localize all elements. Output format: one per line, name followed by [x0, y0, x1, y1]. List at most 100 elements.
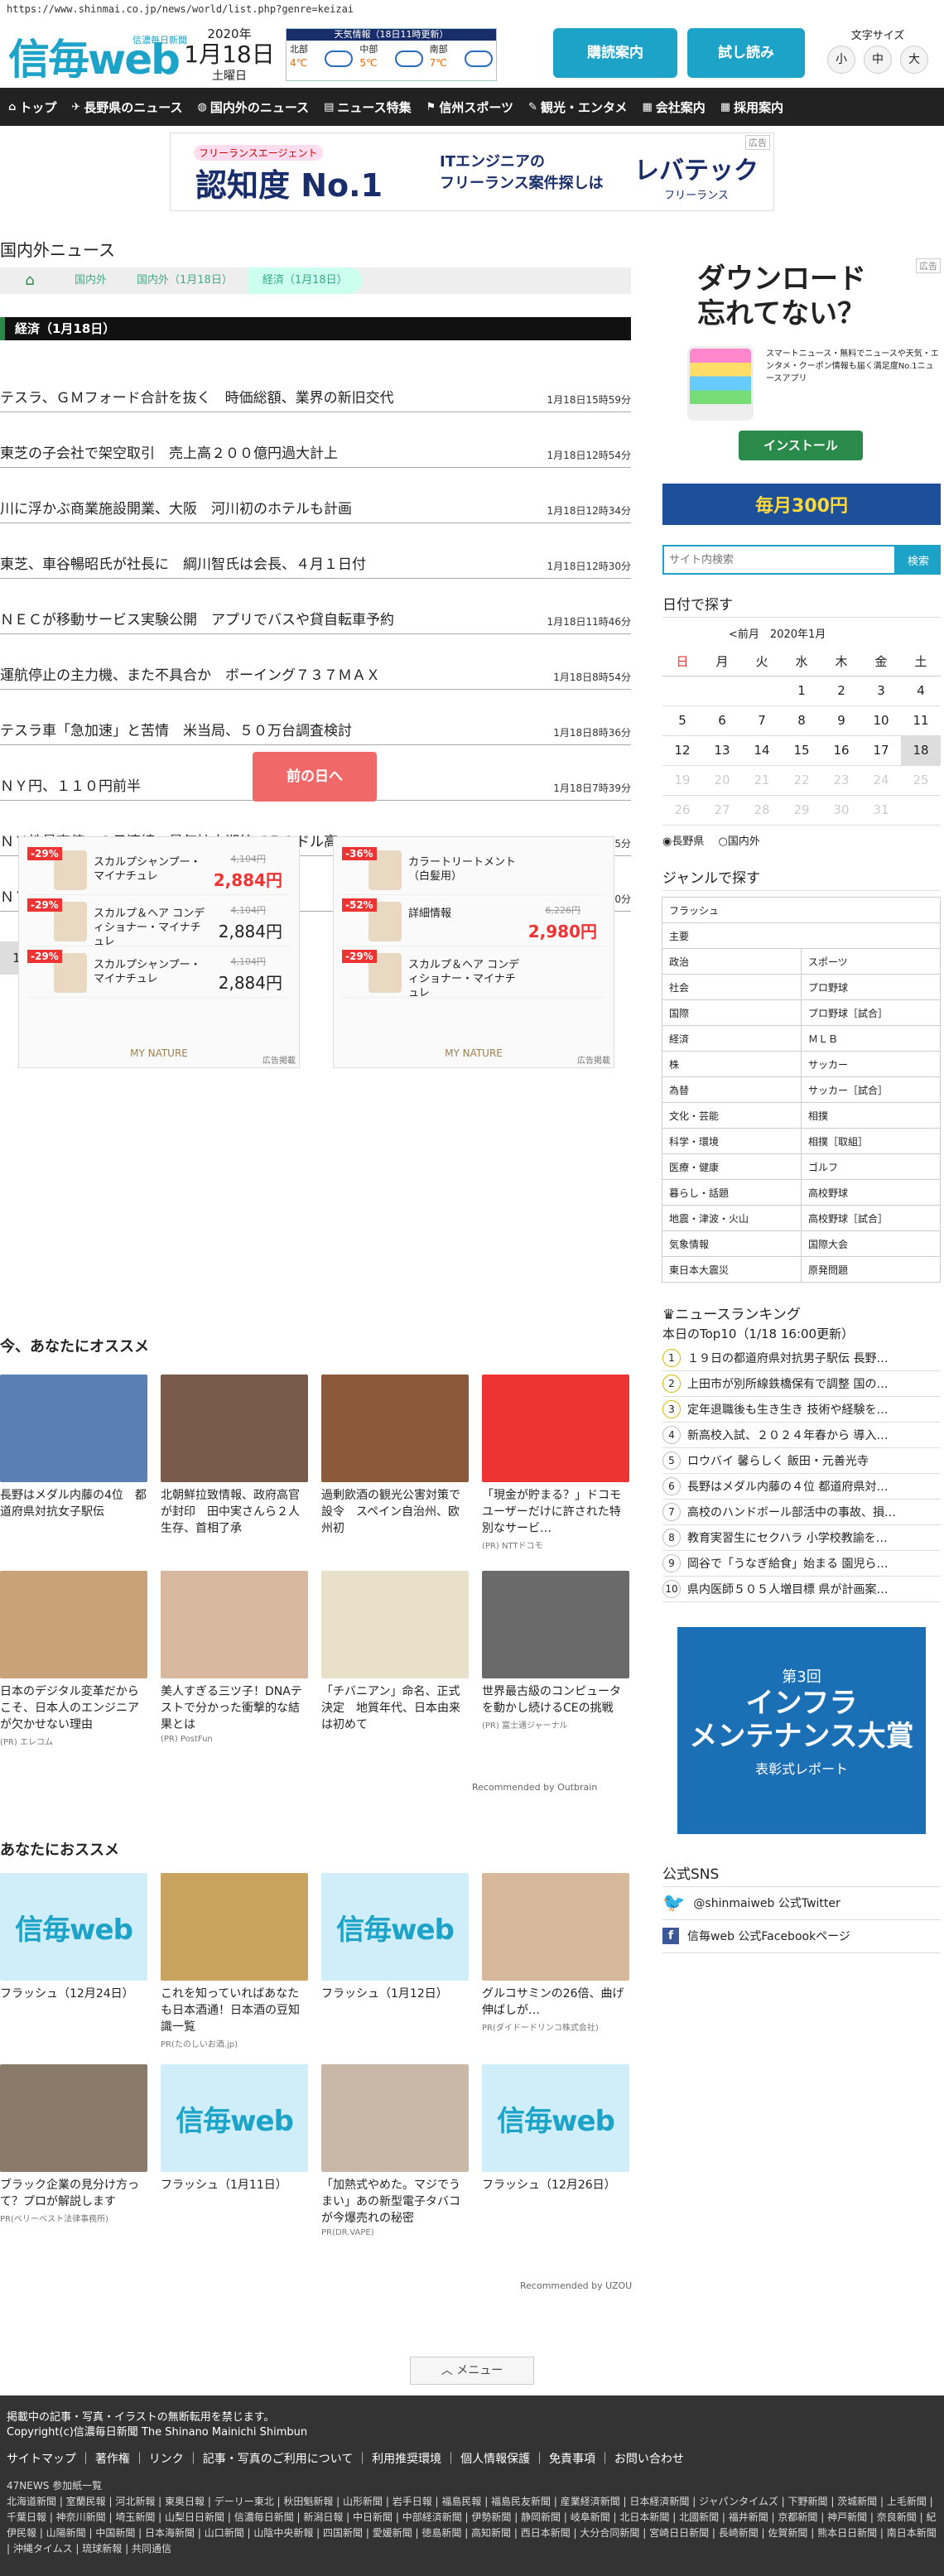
- calendar-day[interactable]: 4: [901, 676, 941, 706]
- calendar-day[interactable]: 8: [782, 705, 821, 736]
- footer-papers[interactable]: 北海道新聞 | 室蘭民報 | 河北新報 | 東奥日報 | デーリー東北 | 秋田…: [7, 2494, 937, 2557]
- reco2-card[interactable]: 信毎web フラッシュ（1月12日）: [321, 1873, 469, 2049]
- reco-card[interactable]: 過剰飲酒の観光公害対策で設令 スペイン自治州、欧州初: [321, 1375, 469, 1551]
- reco2-card[interactable]: 信毎web フラッシュ（1月11日）: [161, 2064, 308, 2237]
- genre-link[interactable]: サッカー［試合］: [801, 1076, 941, 1103]
- calendar-day[interactable]: 9: [821, 705, 861, 736]
- search-button[interactable]: 検索: [896, 545, 941, 575]
- nav-recruit[interactable]: ▦ 採用案内: [717, 99, 795, 116]
- reco2-card[interactable]: 「加熱式やめた。マジでうまい」あの新型電子タバコが今爆売れの秘密 PR(DR.VA…: [321, 2064, 469, 2237]
- genre-link[interactable]: 政治: [662, 947, 802, 975]
- genre-link[interactable]: 原発問題: [801, 1255, 941, 1283]
- ranking-item[interactable]: 6 長野はメダル内藤の４位 都道府県対…: [662, 1474, 941, 1500]
- genre-link[interactable]: 相撲［取組］: [801, 1127, 941, 1154]
- radio-nagano[interactable]: ◉長野県: [662, 835, 704, 848]
- genre-link[interactable]: 気象情報: [662, 1230, 802, 1257]
- calendar-day[interactable]: 14: [742, 735, 782, 766]
- ranking-item[interactable]: 1 １９日の都道府県対抗男子駅伝 長野…: [662, 1346, 941, 1371]
- reco-card[interactable]: 「現金が貯まる？」ドコモユーザーだけに許された特別なサービ… (PR) NTTドコ…: [482, 1375, 629, 1551]
- uzou-credit[interactable]: Recommended by UZOU: [520, 2280, 632, 2291]
- breadcrumb-item[interactable]: 国内外（1月18日）: [122, 267, 248, 294]
- top-ad-banner[interactable]: フリーランスエージェント 認知度 No.1 ITエンジニアの フリーランス案件探し…: [170, 132, 774, 211]
- genre-link[interactable]: ＭＬＢ: [801, 1024, 941, 1052]
- genre-link[interactable]: プロ野球［試合］: [801, 999, 941, 1026]
- news-item[interactable]: 東芝の子会社で架空取引 売上高２００億円過大計上 1月18日12時54分: [0, 412, 631, 468]
- ad-product[interactable]: -29% スカルプシャンプー・マイナチュレ 4,104円 2,884円: [27, 844, 291, 895]
- ranking-item[interactable]: 10 県内医師５０５人増目標 県が計画案…: [662, 1577, 941, 1602]
- genre-link[interactable]: 国際大会: [801, 1230, 941, 1257]
- news-title[interactable]: 東芝の子会社で架空取引 売上高２００億円過大計上: [0, 441, 338, 462]
- calendar-day[interactable]: 7: [742, 705, 782, 736]
- reco2-card[interactable]: 信毎web フラッシュ（12月26日）: [482, 2064, 629, 2237]
- ranking-item[interactable]: 4 新高校入試、２０２４年春から 導入…: [662, 1423, 941, 1448]
- ad-product[interactable]: -29% スカルプシャンプー・マイナチュレ 4,104円 2,884円: [27, 946, 291, 998]
- calendar-day[interactable]: 12: [662, 735, 702, 766]
- font-size-medium-button[interactable]: 中: [864, 46, 892, 74]
- genre-link[interactable]: 主要: [662, 922, 941, 949]
- genre-link[interactable]: 文化・芸能: [662, 1101, 802, 1129]
- news-title[interactable]: ＮＹ円、１１０円前半: [0, 774, 141, 795]
- reco-card[interactable]: 長野はメダル内藤の4位 都道府県対抗女子駅伝: [0, 1375, 147, 1551]
- news-title[interactable]: テスラ車「急加速」と苦情 米当局、５０万台調査検討: [0, 719, 352, 739]
- outbrain-credit[interactable]: Recommended by Outbrain: [472, 1782, 597, 1793]
- news-item[interactable]: 川に浮かぶ商業施設開業、大阪 河川初のホテルも計画 1月18日12時34分: [0, 468, 631, 523]
- news-item[interactable]: テスラ、ＧＭフォード合計を抜く 時価総額、業界の新旧交代 1月18日15時59分: [0, 357, 631, 412]
- reco-card[interactable]: 日本のデジタル変革だからこそ、日本人のエンジニアが欠かせない理由 (PR) エレコ…: [0, 1571, 147, 1747]
- subscribe-button[interactable]: 購読案内: [553, 28, 677, 78]
- calendar-day[interactable]: 15: [782, 735, 821, 766]
- trial-button[interactable]: 試し読み: [687, 28, 805, 78]
- ad-product[interactable]: -29% スカルプ＆ヘア コンディショナー・マイナチュレ: [342, 946, 605, 999]
- genre-link[interactable]: 高校野球: [801, 1178, 941, 1206]
- ad-box-left[interactable]: -29% スカルプシャンプー・マイナチュレ 4,104円 2,884円 -29% スカルプ…: [18, 836, 300, 1068]
- nav-tourism[interactable]: ✎ 観光・エンタメ: [525, 99, 638, 116]
- radio-world[interactable]: ○国内外: [719, 835, 760, 848]
- footer-links[interactable]: サイトマップ ｜ 著作権 ｜ リンク ｜ 記事・写真のご利用について ｜ 利用推…: [7, 2450, 937, 2467]
- calendar-day[interactable]: 11: [901, 705, 941, 736]
- site-logo[interactable]: 信毎web 信濃毎日新聞: [8, 26, 187, 86]
- ad-product[interactable]: -52% 詳細情報 6,226円 2,980円: [342, 895, 605, 946]
- calendar-day[interactable]: 1: [782, 676, 821, 706]
- reco-card[interactable]: 世界最古級のコンピュータを動かし続けるCEの挑戦 (PR) 富士通ジャーナル: [482, 1571, 629, 1747]
- menu-button[interactable]: ︿ メニュー: [410, 2357, 534, 2385]
- ranking-item[interactable]: 5 ロウバイ 馨らしく 飯田・元善光寺: [662, 1448, 941, 1474]
- reco2-card[interactable]: 信毎web フラッシュ（12月24日）: [0, 1873, 147, 2049]
- genre-link[interactable]: 医療・健康: [662, 1153, 802, 1180]
- nav-feature[interactable]: ▤ ニュース特集: [320, 99, 423, 116]
- reco-card[interactable]: 北朝鮮拉致情報、政府高官が封印 田中実さんら２人生存、首相了承: [161, 1375, 308, 1551]
- prev-month-link[interactable]: <前月: [729, 628, 759, 641]
- home-icon[interactable]: ⌂: [0, 267, 60, 294]
- calendar-day[interactable]: 10: [861, 705, 901, 736]
- ranking-item[interactable]: 8 教育実習生にセクハラ 小学校教諭を…: [662, 1525, 941, 1551]
- calendar-day[interactable]: 2: [821, 676, 861, 706]
- genre-link[interactable]: 東日本大震災: [662, 1255, 802, 1283]
- calendar-day[interactable]: 16: [821, 735, 861, 766]
- genre-link[interactable]: 国際: [662, 999, 802, 1026]
- twitter-link[interactable]: 🐦 @shinmaiweb 公式Twitter: [662, 1887, 941, 1920]
- search-input[interactable]: [662, 545, 896, 575]
- font-size-large-button[interactable]: 大: [900, 46, 928, 74]
- weather-widget[interactable]: 天気情報（18日11時更新） 北部 4℃ 中部 5℃ 南部 7℃: [286, 28, 497, 81]
- reco-card[interactable]: 「チバニアン」命名、正式決定 地質年代、日本由来は初めて: [321, 1571, 469, 1747]
- reco2-card[interactable]: グルコサミンの26倍、曲げ伸ばしが… PR(ダイドードリンコ株式会社): [482, 1873, 629, 2049]
- ranking-item[interactable]: 9 岡谷で「うなぎ給食」始まる 園児ら…: [662, 1551, 941, 1577]
- ranking-item[interactable]: 7 高校のハンドボール部活中の事故、損…: [662, 1500, 941, 1525]
- calendar-day[interactable]: 6: [702, 705, 742, 736]
- news-item[interactable]: 運航停止の主力機、また不具合か ボーイング７３７ＭＡＸ 1月18日8時54分: [0, 634, 631, 690]
- genre-link[interactable]: 地震・津波・火山: [662, 1204, 802, 1231]
- premium-banner[interactable]: 毎月300円: [662, 484, 941, 525]
- ranking-item[interactable]: 2 上田市が別所線鉄橋保有で調整 国の…: [662, 1371, 941, 1397]
- genre-link[interactable]: スポーツ: [801, 947, 941, 975]
- genre-link[interactable]: 社会: [662, 973, 802, 1000]
- news-title[interactable]: ＮＥＣが移動サービス実験公開 アプリでバスや貸自転車予約: [0, 608, 394, 628]
- calendar-day[interactable]: 3: [861, 676, 901, 706]
- genre-link[interactable]: 暮らし・話題: [662, 1178, 802, 1206]
- ranking-item[interactable]: 3 定年退職後も生き生き 技術や経験を…: [662, 1397, 941, 1423]
- nav-world[interactable]: ◍ 国内外のニュース: [195, 99, 321, 116]
- news-item[interactable]: 東芝、車谷暢昭氏が社長に 綱川智氏は会長、４月１日付 1月18日12時30分: [0, 523, 631, 579]
- font-size-small-button[interactable]: 小: [827, 46, 855, 74]
- calendar-day[interactable]: 18: [901, 735, 941, 766]
- calendar-day[interactable]: 17: [861, 735, 901, 766]
- calendar-day[interactable]: 13: [702, 735, 742, 766]
- ad-box-right[interactable]: -36% カラートリートメント（白髪用） -52% 詳細情報 6,226円 2,980円 -…: [333, 836, 614, 1068]
- nav-sports[interactable]: ⚑ 信州スポーツ: [423, 99, 525, 116]
